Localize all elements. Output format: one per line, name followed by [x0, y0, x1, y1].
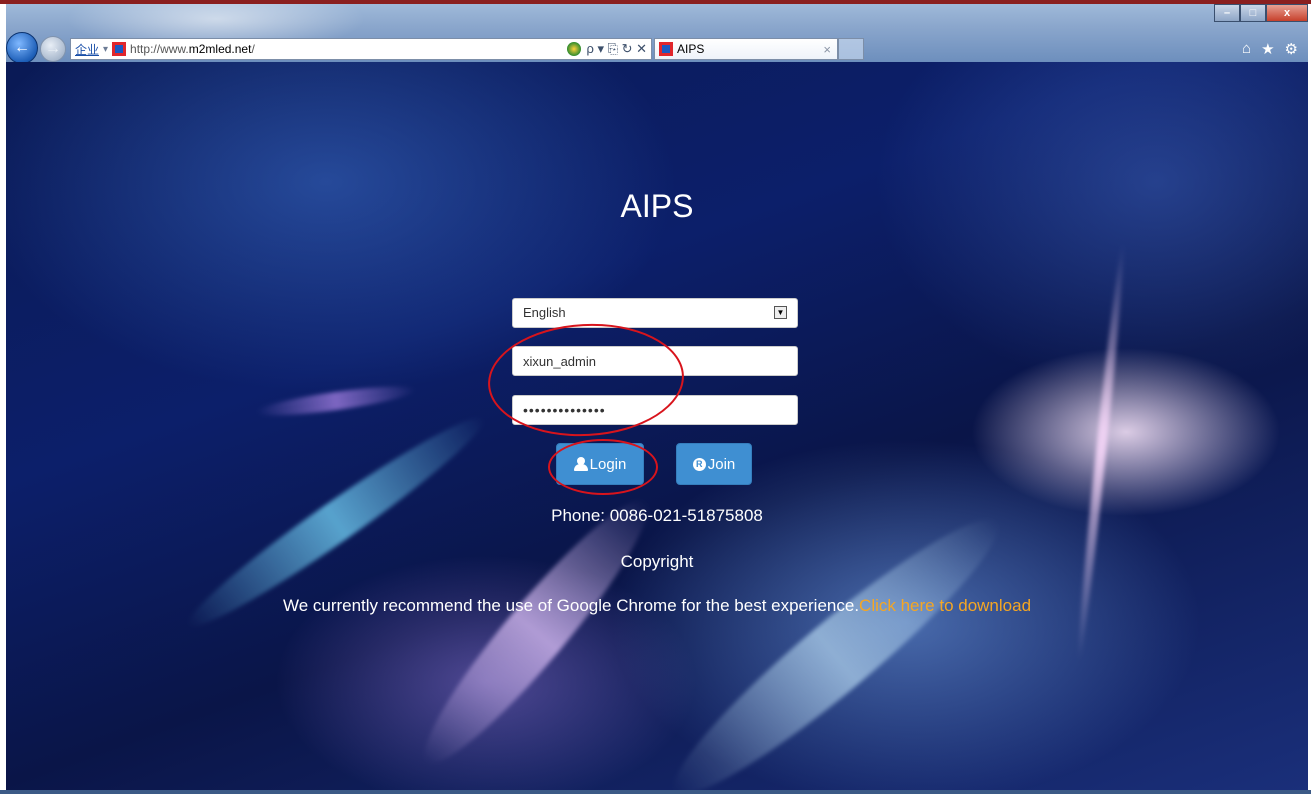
back-arrow-icon: ← — [14, 39, 30, 56]
register-icon: R — [692, 457, 706, 471]
tab-favicon-icon — [659, 42, 673, 56]
home-icon[interactable]: ⌂ — [1242, 40, 1251, 58]
site-favicon-icon — [112, 42, 127, 56]
language-selected-value: English — [523, 305, 566, 320]
annotation-circle-login — [548, 439, 658, 495]
background-streak — [652, 495, 1020, 790]
join-button[interactable]: R Join — [676, 443, 752, 485]
tab-aips[interactable]: AIPS × — [654, 38, 838, 60]
address-tools[interactable]: ρ ▾ ⎘ ↻ ✕ — [567, 41, 651, 57]
tab-close-icon[interactable]: × — [823, 42, 831, 57]
phone-text: Phone: 0086-021-51875808 — [551, 506, 763, 525]
forward-button[interactable]: → — [40, 36, 66, 62]
background-streak — [403, 482, 669, 782]
gear-icon[interactable]: ⚙ — [1285, 40, 1298, 58]
copyright-text: Copyright — [620, 552, 694, 571]
compatibility-icon[interactable] — [567, 42, 582, 56]
chevron-down-icon[interactable]: ▾ — [103, 44, 108, 55]
forward-arrow-icon: → — [45, 40, 61, 57]
browser-recommendation: We currently recommend the use of Google… — [6, 596, 1308, 616]
star-icon[interactable]: ★ — [1261, 40, 1274, 58]
chevron-down-icon[interactable]: ▼ — [774, 306, 787, 319]
window-controls: – □ x — [1214, 4, 1308, 22]
browser-chrome: ← → 企业 ▾ http://www.m2mled.net/ ρ ▾ ⎘ ↻ … — [6, 4, 1308, 62]
minimize-button[interactable]: – — [1214, 4, 1240, 22]
close-window-button[interactable]: x — [1266, 4, 1308, 22]
language-select[interactable]: English ▼ — [512, 298, 798, 328]
tab-title: AIPS — [677, 42, 705, 56]
url-text[interactable]: http://www.m2mled.net/ — [130, 42, 255, 56]
background-streak — [255, 380, 417, 422]
taskbar — [0, 790, 1311, 794]
address-bar[interactable]: 企业 ▾ http://www.m2mled.net/ ρ ▾ ⎘ ↻ ✕ — [70, 38, 652, 60]
maximize-button[interactable]: □ — [1240, 4, 1266, 22]
address-tool-icons[interactable]: ρ ▾ ⎘ ↻ ✕ — [586, 41, 647, 57]
back-button[interactable]: ← — [6, 32, 38, 62]
join-label: Join — [707, 455, 736, 473]
page-title: AIPS — [620, 188, 694, 224]
login-page: AIPS English ▼ •••••••••••••• Login R Jo… — [6, 62, 1308, 790]
browser-right-tools: ⌂ ★ ⚙ — [1242, 40, 1298, 58]
new-tab-button[interactable] — [838, 38, 864, 60]
recommend-text: We currently recommend the use of Google… — [282, 596, 860, 615]
download-link[interactable]: Click here to download — [859, 596, 1031, 615]
address-prefix[interactable]: 企业 — [71, 41, 103, 58]
